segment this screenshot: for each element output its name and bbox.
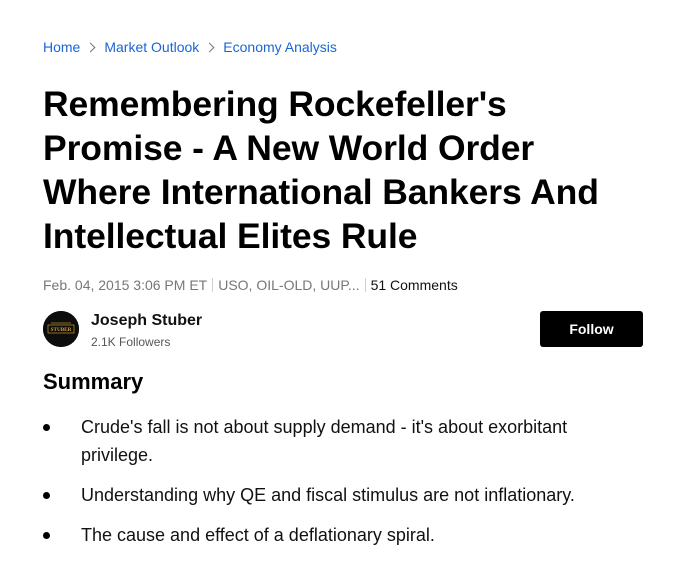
avatar-text: STUBER	[51, 327, 72, 333]
author-avatar[interactable]: STUBER	[43, 311, 79, 347]
breadcrumb-market-outlook-link[interactable]: Market Outlook	[104, 38, 199, 56]
author-followers: 2.1K Followers	[91, 335, 171, 349]
bullet-icon	[43, 532, 50, 539]
breadcrumb-economy-analysis-link[interactable]: Economy Analysis	[223, 38, 337, 56]
article-meta: Feb. 04, 2015 3:06 PM ET USO, OIL-OLD, U…	[43, 277, 458, 293]
summary-heading: Summary	[43, 369, 144, 394]
article-date: Feb. 04, 2015 3:06 PM ET	[43, 277, 208, 293]
avatar-image: STUBER	[43, 311, 79, 347]
meta-divider	[212, 278, 214, 292]
breadcrumb: Home Market Outlook Economy Analysis	[43, 38, 337, 56]
author-name[interactable]: Joseph Stuber	[91, 312, 202, 330]
article-title: Remembering Rockefeller's Promise - A Ne…	[43, 84, 599, 256]
list-item: The cause and effect of a deflationary s…	[43, 521, 603, 549]
article-tickers[interactable]: USO, OIL-OLD, UUP...	[218, 277, 359, 293]
summary-item-text: The cause and effect of a deflationary s…	[81, 525, 435, 545]
meta-divider	[364, 278, 366, 292]
summary-item-text: Understanding why QE and fiscal stimulus…	[81, 485, 575, 505]
comments-link[interactable]: 51 Comments	[371, 277, 458, 293]
bullet-icon	[43, 492, 50, 499]
bullet-icon	[43, 424, 50, 431]
chevron-right-icon	[204, 42, 215, 52]
list-item: Understanding why QE and fiscal stimulus…	[43, 481, 603, 509]
summary-list: Crude's fall is not about supply demand …	[43, 413, 603, 561]
chevron-right-icon	[85, 42, 96, 52]
breadcrumb-home-link[interactable]: Home	[43, 38, 80, 56]
summary-item-text: Crude's fall is not about supply demand …	[81, 417, 568, 465]
follow-button[interactable]: Follow	[540, 311, 643, 347]
list-item: Crude's fall is not about supply demand …	[43, 413, 603, 469]
